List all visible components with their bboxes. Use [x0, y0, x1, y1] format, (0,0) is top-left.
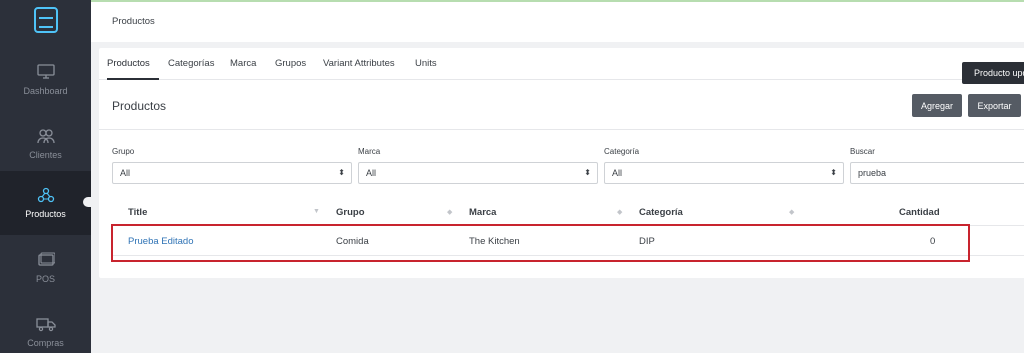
highlight-box — [111, 224, 970, 262]
filter-label-marca: Marca — [358, 147, 381, 156]
column-header-marca[interactable]: Marca — [469, 207, 496, 218]
tab-marca[interactable]: Marca — [230, 58, 256, 69]
divider — [99, 129, 1024, 130]
tab-bar: Productos Categorías Marca Grupos Varian… — [99, 48, 1024, 80]
sidebar-item-label: Compras — [27, 338, 64, 348]
select-value: All — [366, 168, 377, 178]
sidebar-item-clientes[interactable]: Clientes — [0, 112, 91, 176]
tab-categorias[interactable]: Categorías — [168, 58, 214, 69]
grupo-select[interactable]: All ⬍ — [112, 162, 352, 184]
sidebar-item-compras[interactable]: Compras — [0, 300, 91, 353]
truck-icon — [35, 318, 56, 332]
filter-label-buscar: Buscar — [850, 147, 875, 156]
sidebar-item-label: POS — [35, 274, 55, 284]
tab-grupos[interactable]: Grupos — [275, 58, 306, 69]
tab-productos[interactable]: Productos — [107, 58, 150, 69]
sidebar-item-label: Dashboard — [23, 86, 68, 96]
sort-icon[interactable]: ◆ — [789, 208, 794, 216]
add-button[interactable]: Agregar — [912, 94, 962, 117]
select-value: All — [612, 168, 623, 178]
column-header-categoria[interactable]: Categoría — [639, 207, 683, 218]
products-icon — [37, 187, 54, 203]
sort-caret-icon: ⬍ — [830, 168, 837, 177]
sidebar-item-productos[interactable]: Productos — [0, 171, 91, 235]
column-header-title[interactable]: Title — [128, 207, 147, 218]
page-title: Productos — [112, 16, 155, 27]
search-value: prueba — [858, 168, 887, 178]
pos-icon — [37, 252, 55, 266]
select-value: All — [120, 168, 131, 178]
tab-variant-attributes[interactable]: Variant Attributes — [323, 58, 395, 69]
active-tab-indicator — [107, 78, 159, 80]
users-icon — [36, 129, 55, 144]
sidebar-item-pos[interactable]: POS — [0, 236, 91, 300]
sort-caret-icon: ⬍ — [584, 168, 591, 177]
column-header-grupo[interactable]: Grupo — [336, 207, 365, 218]
sort-caret-icon: ⬍ — [338, 168, 345, 177]
sidebar-item-label: Clientes — [29, 150, 62, 160]
column-header-cantidad[interactable]: Cantidad — [899, 207, 940, 218]
app: Dashboard Clientes Productos POS Compras… — [0, 0, 1024, 353]
section-title: Productos — [112, 99, 167, 113]
sidebar-item-dashboard[interactable]: Dashboard — [0, 48, 91, 112]
store-logo-icon[interactable] — [0, 0, 91, 40]
search-input[interactable]: prueba — [850, 162, 1024, 184]
filter-label-categoria: Categoría — [604, 147, 640, 156]
sort-icon[interactable]: ◆ — [447, 208, 452, 216]
topbar: Productos — [91, 0, 1024, 42]
sort-icon[interactable]: ◆ — [617, 208, 622, 216]
export-button[interactable]: Exportar — [968, 94, 1021, 117]
sort-desc-icon[interactable]: ▼ — [313, 208, 320, 215]
tab-units[interactable]: Units — [415, 58, 437, 69]
sidebar-item-label: Productos — [25, 209, 66, 219]
marca-select[interactable]: All ⬍ — [358, 162, 598, 184]
monitor-icon — [36, 64, 55, 79]
tooltip: Producto upd — [962, 62, 1024, 84]
filter-label-grupo: Grupo — [112, 147, 135, 156]
sidebar: Dashboard Clientes Productos POS Compras — [0, 0, 91, 353]
categoria-select[interactable]: All ⬍ — [604, 162, 844, 184]
